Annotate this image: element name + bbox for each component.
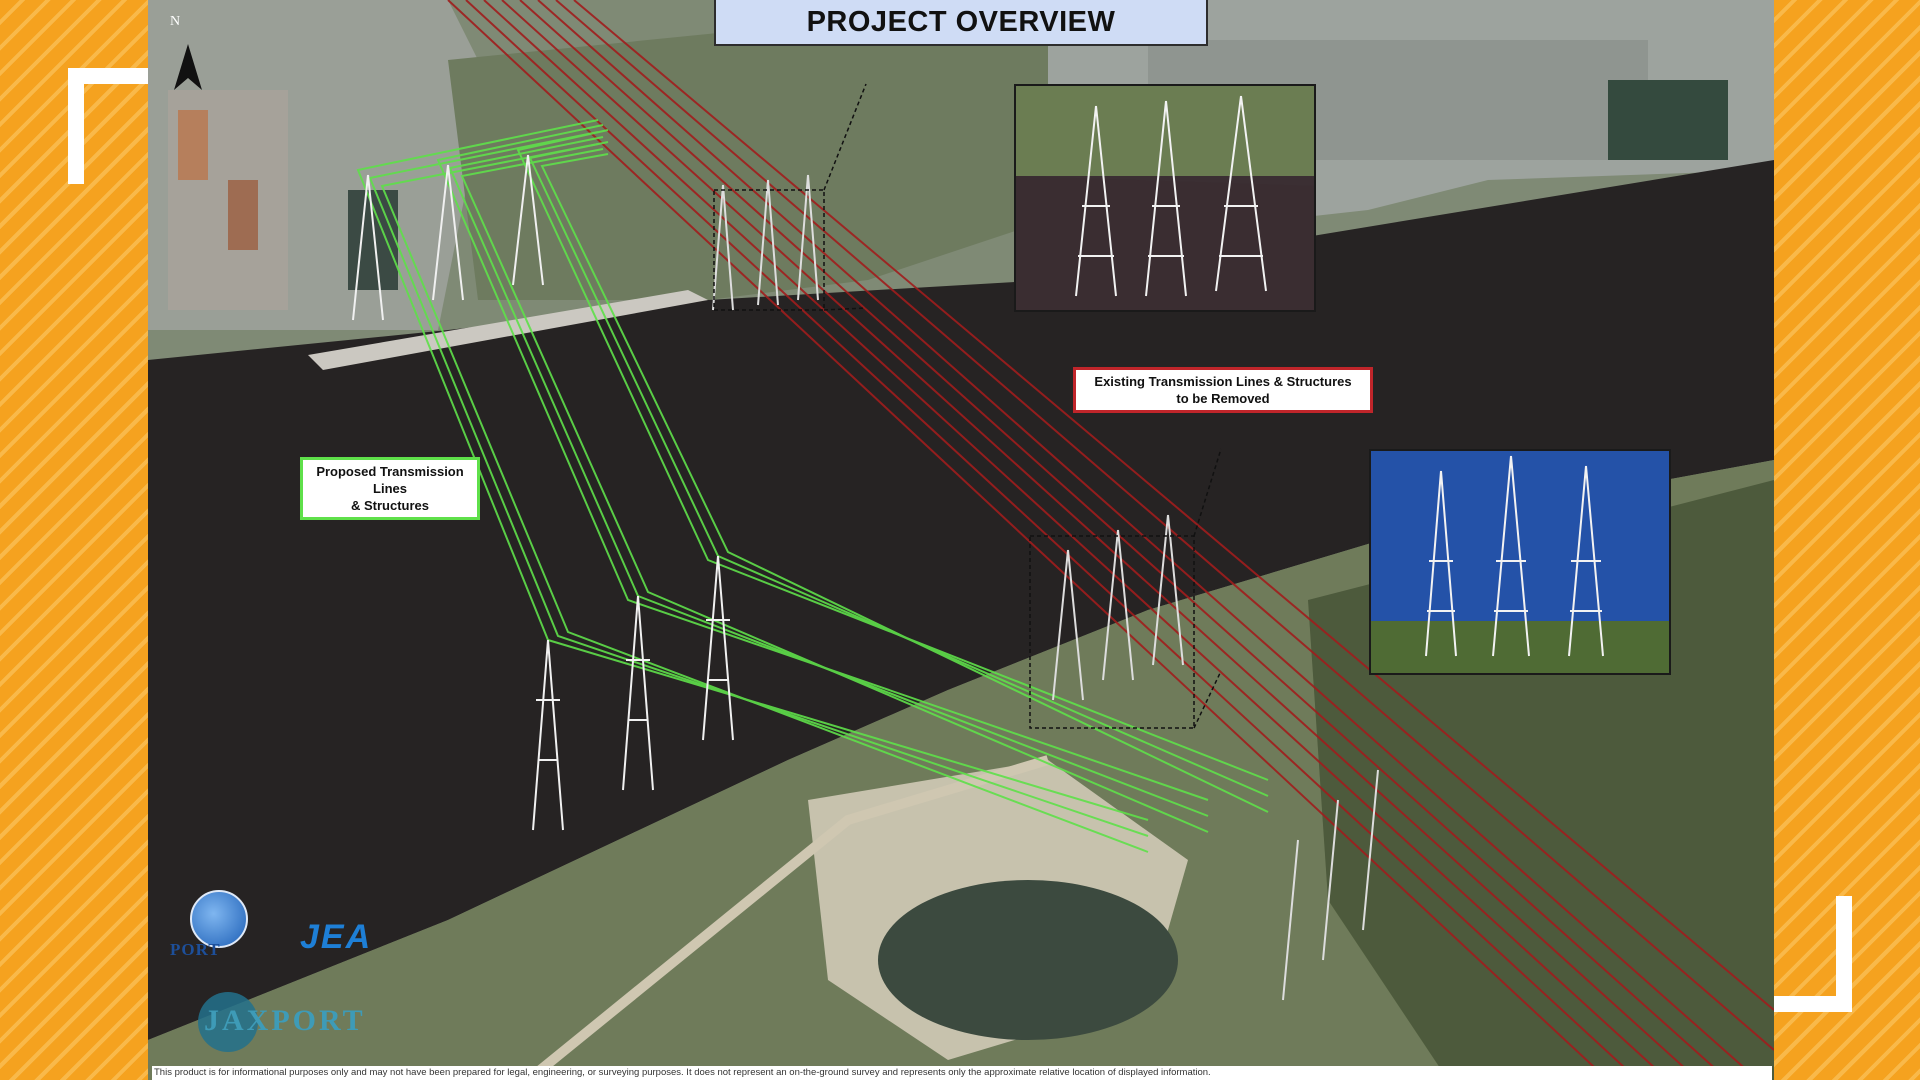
containers	[228, 180, 258, 250]
inset-photo-existing-towers-north	[1014, 84, 1316, 312]
existing-lines-label: Existing Transmission Lines & Structures…	[1073, 367, 1373, 413]
proposed-lines-label: Proposed Transmission Lines & Structures	[300, 457, 480, 520]
jea-logo: JEA	[300, 918, 373, 956]
pond-south	[878, 880, 1178, 1040]
inset-photo-existing-towers-south	[1369, 449, 1671, 675]
pond-right	[1608, 80, 1728, 160]
jaxport-logo: JAXPORT	[204, 1004, 366, 1037]
port-authority-logo-text: PORT	[170, 940, 221, 959]
frame-bracket-top-left	[68, 68, 154, 184]
containers	[178, 110, 208, 180]
project-map: PROJECT OVERVIEW N Proposed Transmission…	[148, 0, 1774, 1080]
north-label: N	[170, 14, 181, 29]
map-title: PROJECT OVERVIEW	[714, 0, 1208, 46]
frame-bracket-bottom-right	[1766, 896, 1852, 1012]
disclaimer-text: This product is for informational purpos…	[152, 1066, 1772, 1080]
